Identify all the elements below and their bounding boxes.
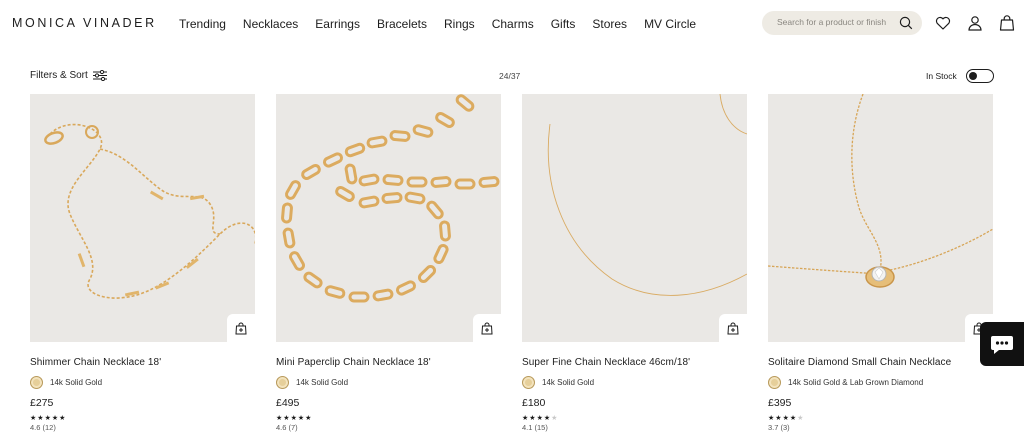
nav-item-gifts[interactable]: Gifts xyxy=(551,17,576,31)
rating-count: 3.7 (3) xyxy=(768,423,790,432)
site-header: MONICA VINADER Trending Necklaces Earrin… xyxy=(0,0,1024,48)
metal-option: 14k Solid Gold & Lab Grown Diamond xyxy=(768,376,993,389)
product-name[interactable]: Shimmer Chain Necklace 18' xyxy=(30,357,255,368)
user-icon[interactable] xyxy=(966,14,984,32)
nav-item-mv-circle[interactable]: MV Circle xyxy=(644,17,696,31)
gold-swatch[interactable] xyxy=(522,376,535,389)
bag-plus-icon xyxy=(235,322,247,334)
add-to-bag-button[interactable] xyxy=(473,314,501,342)
star-full: ★ xyxy=(37,415,45,422)
product-card[interactable]: Super Fine Chain Necklace 46cm/18' 14k S… xyxy=(522,94,747,432)
metal-option: 14k Solid Gold xyxy=(522,376,747,389)
star-full: ★ xyxy=(44,415,52,422)
rating-count: 4.1 (15) xyxy=(522,423,548,432)
metal-option: 14k Solid Gold xyxy=(276,376,501,389)
product-name[interactable]: Mini Paperclip Chain Necklace 18' xyxy=(276,357,501,368)
search-placeholder: Search for a product or finish xyxy=(777,17,887,27)
product-price: £275 xyxy=(30,397,54,409)
product-card[interactable]: Shimmer Chain Necklace 18' 14k Solid Gol… xyxy=(30,94,255,432)
metal-label: 14k Solid Gold xyxy=(542,378,595,387)
star-empty: ★ xyxy=(797,415,805,422)
filters-sort-label: Filters & Sort xyxy=(30,70,88,81)
star-rating: ★★★★★ xyxy=(30,414,255,422)
star-rating: ★★★★★ xyxy=(522,414,747,422)
star-half: ★ xyxy=(305,415,313,422)
necklace-image xyxy=(768,94,993,288)
search-icon[interactable] xyxy=(898,15,914,31)
star-full: ★ xyxy=(529,415,537,422)
bag-plus-icon xyxy=(481,322,493,334)
gold-swatch[interactable] xyxy=(768,376,781,389)
star-rating: ★★★★★ xyxy=(276,414,501,422)
gold-swatch[interactable] xyxy=(30,376,43,389)
search-input[interactable]: Search for a product or finish xyxy=(762,11,922,35)
necklace-image xyxy=(547,94,747,296)
nav-item-trending[interactable]: Trending xyxy=(179,17,226,31)
metal-label: 14k Solid Gold xyxy=(50,378,103,387)
product-image[interactable] xyxy=(276,94,501,342)
star-full: ★ xyxy=(782,415,790,422)
sliders-icon xyxy=(92,70,107,81)
product-price: £495 xyxy=(276,397,300,409)
in-stock-toggle[interactable] xyxy=(966,69,994,83)
brand-logo[interactable]: MONICA VINADER xyxy=(12,16,157,30)
product-card[interactable]: Solitaire Diamond Small Chain Necklace 1… xyxy=(768,94,993,432)
rating-count: 4.6 (12) xyxy=(30,423,56,432)
nav-item-stores[interactable]: Stores xyxy=(592,17,627,31)
shopping-bag-icon[interactable] xyxy=(998,14,1016,32)
metal-option: 14k Solid Gold xyxy=(30,376,255,389)
filters-sort-button[interactable]: Filters & Sort xyxy=(30,70,107,81)
product-price: £180 xyxy=(522,397,546,409)
gold-swatch[interactable] xyxy=(276,376,289,389)
chat-button[interactable] xyxy=(980,322,1024,366)
nav-item-bracelets[interactable]: Bracelets xyxy=(377,17,427,31)
product-image[interactable] xyxy=(522,94,747,342)
add-to-bag-button[interactable] xyxy=(227,314,255,342)
product-card[interactable]: Mini Paperclip Chain Necklace 18' 14k So… xyxy=(276,94,501,432)
necklace-image xyxy=(281,94,500,303)
rating-count: 4.6 (7) xyxy=(276,423,298,432)
product-count: 24/37 xyxy=(499,71,521,81)
star-full: ★ xyxy=(775,415,783,422)
add-to-bag-button[interactable] xyxy=(719,314,747,342)
metal-label: 14k Solid Gold & Lab Grown Diamond xyxy=(788,378,924,387)
nav-item-necklaces[interactable]: Necklaces xyxy=(243,17,298,31)
in-stock-label: In Stock xyxy=(926,71,957,81)
nav-item-earrings[interactable]: Earrings xyxy=(315,17,360,31)
star-empty: ★ xyxy=(551,415,559,422)
heart-icon[interactable] xyxy=(934,14,952,32)
star-full: ★ xyxy=(536,415,544,422)
main-nav: Trending Necklaces Earrings Bracelets Ri… xyxy=(179,17,713,31)
metal-label: 14k Solid Gold xyxy=(296,378,349,387)
star-full: ★ xyxy=(290,415,298,422)
listing-toolbar: Filters & Sort 24/37 In Stock xyxy=(0,66,1024,86)
product-name[interactable]: Super Fine Chain Necklace 46cm/18' xyxy=(522,357,747,368)
nav-item-rings[interactable]: Rings xyxy=(444,17,475,31)
necklace-image xyxy=(44,123,255,299)
star-half: ★ xyxy=(59,415,67,422)
star-full: ★ xyxy=(283,415,291,422)
bag-plus-icon xyxy=(727,322,739,334)
toggle-knob xyxy=(969,72,977,80)
product-price: £395 xyxy=(768,397,792,409)
product-image[interactable] xyxy=(768,94,993,342)
star-rating: ★★★★★ xyxy=(768,414,993,422)
product-image[interactable] xyxy=(30,94,255,342)
chat-icon xyxy=(991,336,1013,354)
product-name[interactable]: Solitaire Diamond Small Chain Necklace xyxy=(768,357,993,368)
nav-item-charms[interactable]: Charms xyxy=(492,17,534,31)
